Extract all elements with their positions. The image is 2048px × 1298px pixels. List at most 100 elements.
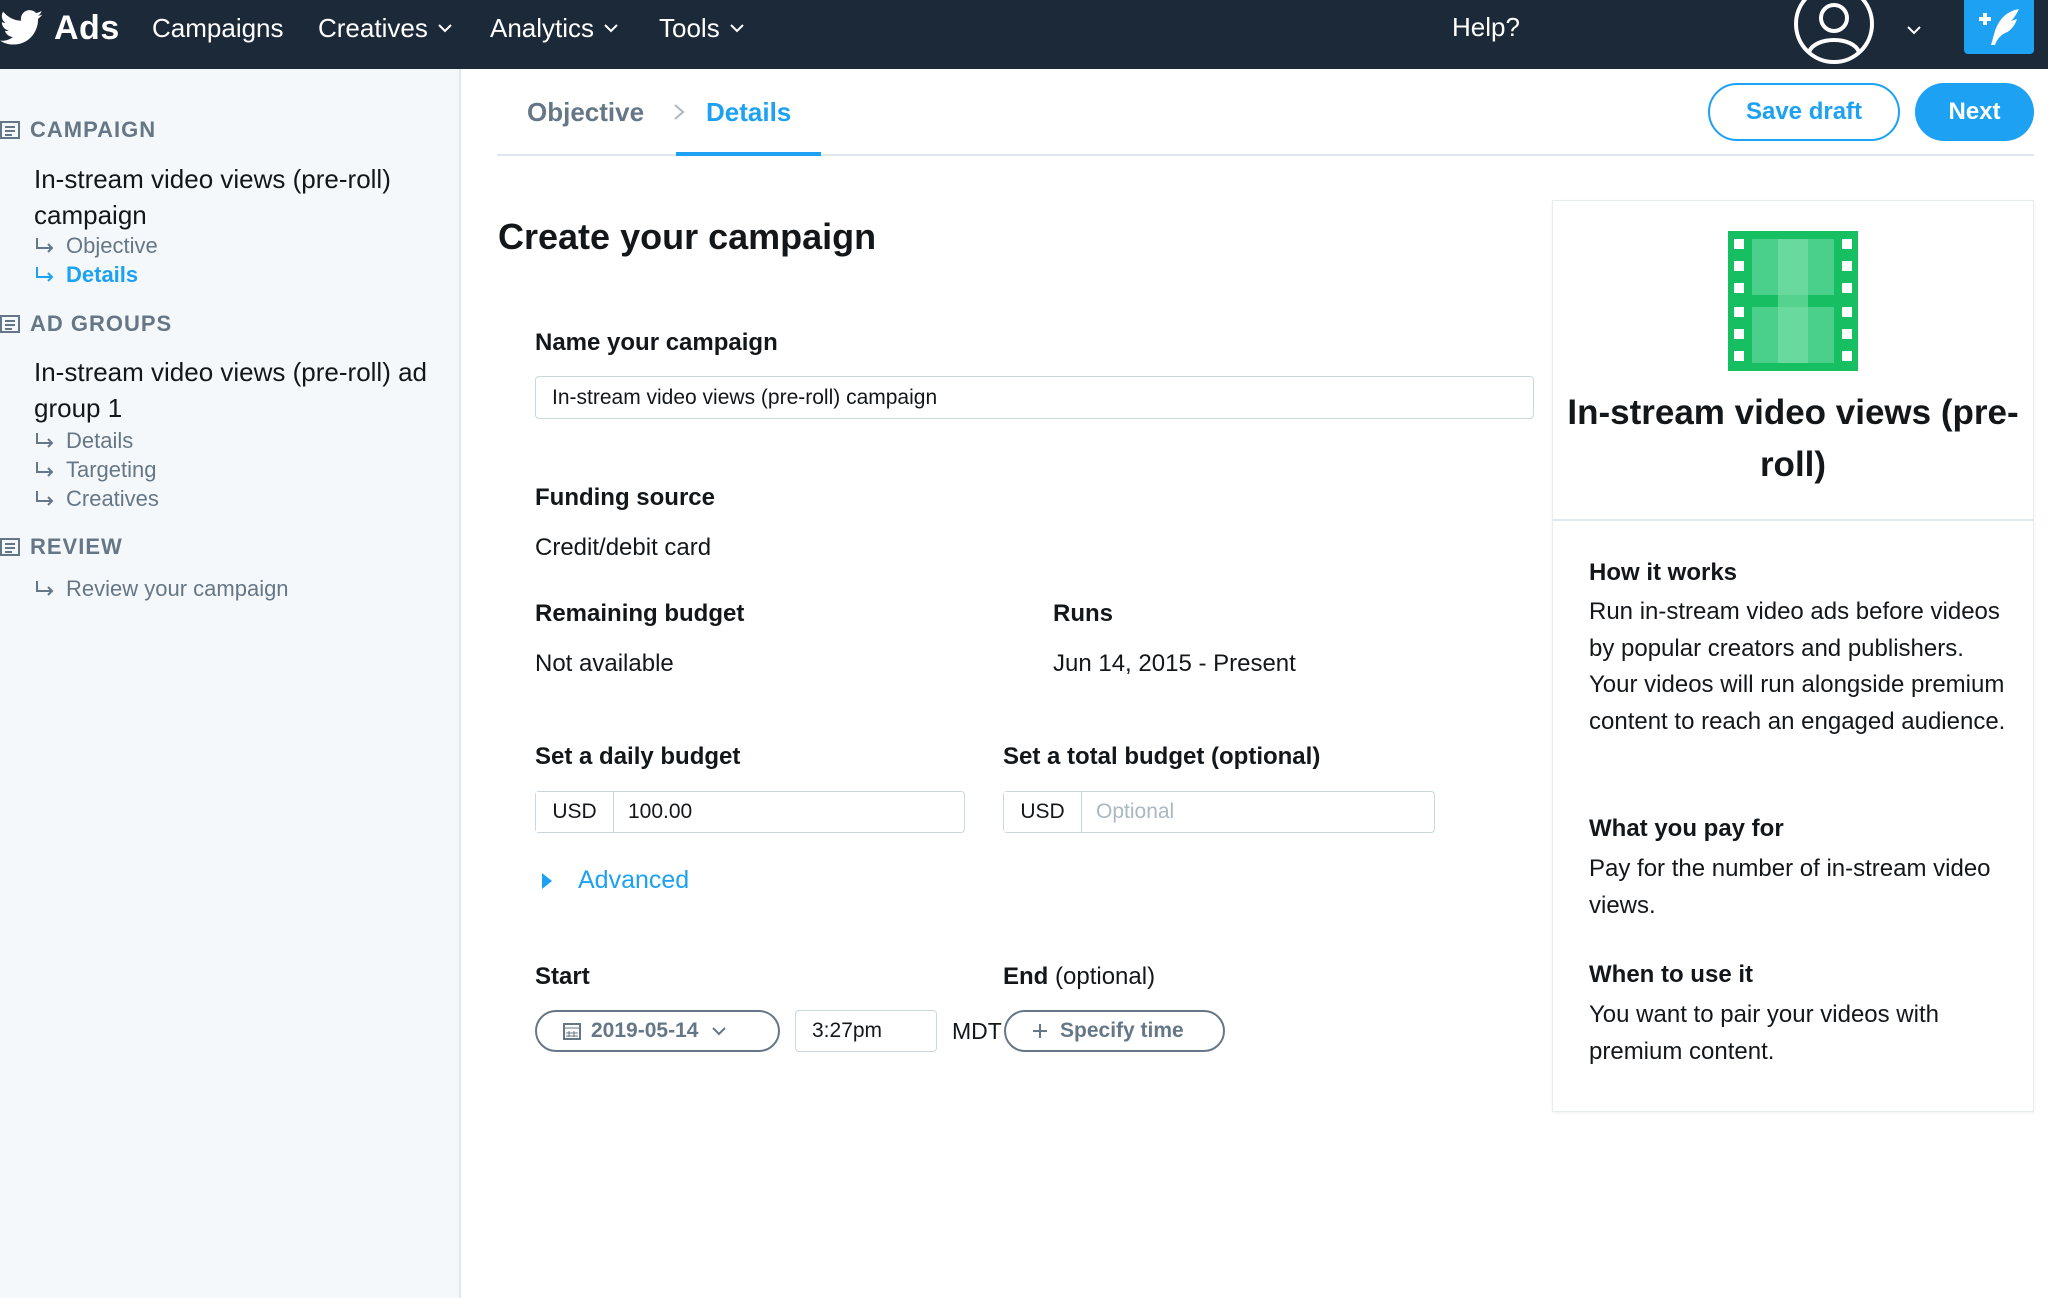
sub-arrow-icon xyxy=(36,433,54,448)
when-to-use-text: You want to pair your videos with premiu… xyxy=(1589,1001,1939,1065)
end-optional-text: (optional) xyxy=(1055,963,1156,990)
save-draft-button[interactable]: Save draft xyxy=(1708,83,1900,141)
start-time-input[interactable]: 3:27pm xyxy=(795,1010,937,1052)
plus-icon xyxy=(1033,1024,1047,1038)
runs-value: Jun 14, 2015 - Present xyxy=(1053,650,1296,677)
compose-tweet-icon xyxy=(1979,9,2019,45)
breadcrumb-details[interactable]: Details xyxy=(706,97,791,128)
twitter-bird-icon xyxy=(0,10,43,45)
daily-budget-input[interactable]: 100.00 xyxy=(614,792,964,832)
caret-right-icon xyxy=(542,872,552,889)
card-title: In-stream video views (pre-roll) xyxy=(1567,393,2019,484)
card-header: In-stream video views (pre-roll) xyxy=(1553,201,2033,521)
top-navigation-bar: Ads Campaigns Creatives Analytics Tools … xyxy=(0,0,2048,69)
funding-source-value: Credit/debit card xyxy=(535,534,712,561)
total-budget-field: USD Optional xyxy=(1003,791,1435,833)
chevron-down-icon xyxy=(712,1027,727,1036)
nav-campaigns[interactable]: Campaigns xyxy=(152,12,284,44)
active-tab-indicator xyxy=(676,152,821,156)
sidebar-adgroup-name[interactable]: In-stream video views (pre-roll) ad grou… xyxy=(34,354,434,426)
nav-label: Campaigns xyxy=(152,12,284,43)
nav-label: Analytics xyxy=(490,12,595,43)
calendar-icon xyxy=(563,1023,581,1040)
runs-label: Runs xyxy=(1053,600,1113,627)
sidebar-section-review: REVIEW xyxy=(0,534,123,560)
sidebar-campaign-name[interactable]: In-stream video views (pre-roll) campaig… xyxy=(34,161,434,233)
sidebar-item-label: Objective xyxy=(66,233,158,258)
campaign-name-value: In-stream video views (pre-roll) campaig… xyxy=(552,385,938,409)
advanced-label: Advanced xyxy=(578,866,690,894)
what-you-pay-text: Pay for the number of in-stream video vi… xyxy=(1589,855,1991,919)
section-title: CAMPAIGN xyxy=(30,117,157,142)
ads-logo[interactable]: Ads xyxy=(0,6,120,50)
sidebar-item-details[interactable]: Details xyxy=(34,262,138,288)
sidebar-item-label: Details xyxy=(66,428,134,453)
sidebar-item-creatives[interactable]: Creatives xyxy=(34,486,159,512)
sidebar-item-label: Details xyxy=(66,262,139,287)
total-budget-input[interactable]: Optional xyxy=(1082,792,1434,832)
sub-arrow-icon xyxy=(36,581,54,596)
objective-info-card: In-stream video views (pre-roll) How it … xyxy=(1552,200,2034,1112)
total-currency: USD xyxy=(1004,792,1082,832)
section-title: AD GROUPS xyxy=(30,311,173,336)
campaign-sidebar: CAMPAIGN In-stream video views (pre-roll… xyxy=(0,69,461,1298)
sidebar-item-targeting[interactable]: Targeting xyxy=(34,457,157,483)
breadcrumb-objective[interactable]: Objective xyxy=(527,97,644,128)
sidebar-section-ad-groups: AD GROUPS xyxy=(0,311,172,337)
brand-label: Ads xyxy=(54,8,120,47)
when-to-use-heading: When to use it xyxy=(1589,961,1753,988)
start-date-value: 2019-05-14 xyxy=(591,1019,699,1042)
sub-arrow-icon xyxy=(36,462,54,477)
sidebar-item-label: Targeting xyxy=(66,457,157,482)
sidebar-item-label: Creatives xyxy=(66,486,159,511)
section-title: REVIEW xyxy=(30,534,123,559)
funding-source-label: Funding source xyxy=(535,484,715,511)
sub-arrow-icon xyxy=(36,238,54,253)
chevron-right-icon xyxy=(674,104,685,120)
campaign-name-input[interactable]: In-stream video views (pre-roll) campaig… xyxy=(535,376,1534,419)
user-avatar-icon[interactable] xyxy=(1793,0,1875,64)
remaining-budget-label: Remaining budget xyxy=(535,600,745,627)
specify-time-button[interactable]: Specify time xyxy=(1004,1010,1225,1052)
list-icon xyxy=(0,121,20,139)
daily-budget-field: USD 100.00 xyxy=(535,791,965,833)
sub-arrow-icon xyxy=(36,267,54,282)
start-time-value: 3:27pm xyxy=(812,1019,883,1042)
start-label: Start xyxy=(535,963,590,990)
compose-tweet-button[interactable] xyxy=(1964,0,2034,54)
what-you-pay-heading: What you pay for xyxy=(1589,815,1784,842)
how-it-works-text: Run in-stream video ads before videos by… xyxy=(1589,598,2006,735)
remaining-budget-value: Not available xyxy=(535,650,674,677)
campaign-name-label: Name your campaign xyxy=(535,329,778,356)
page-title: Create your campaign xyxy=(498,216,877,257)
how-it-works-heading: How it works xyxy=(1589,559,1738,586)
nav-tools[interactable]: Tools xyxy=(659,12,744,44)
chevron-down-icon xyxy=(729,24,744,33)
help-link[interactable]: Help? xyxy=(1452,12,1520,43)
end-label: End (optional) xyxy=(1003,963,1155,991)
specify-time-label: Specify time xyxy=(1060,1019,1184,1042)
chevron-down-icon xyxy=(604,24,618,33)
sidebar-section-campaign: CAMPAIGN xyxy=(0,117,156,143)
total-budget-label: Set a total budget (optional) xyxy=(1003,743,1321,770)
nav-creatives[interactable]: Creatives xyxy=(318,12,452,44)
sub-arrow-icon xyxy=(36,491,54,506)
list-icon xyxy=(0,538,20,556)
advanced-toggle[interactable]: Advanced xyxy=(540,866,689,895)
start-date-picker[interactable]: 2019-05-14 xyxy=(535,1010,780,1052)
daily-currency: USD xyxy=(536,792,614,832)
next-button[interactable]: Next xyxy=(1915,83,2034,141)
sidebar-item-label: Review your campaign xyxy=(66,576,289,601)
daily-budget-label: Set a daily budget xyxy=(535,743,741,770)
end-label-text: End xyxy=(1003,963,1049,990)
nav-analytics[interactable]: Analytics xyxy=(490,12,618,44)
sidebar-item-objective[interactable]: Objective xyxy=(34,233,158,259)
nav-label: Creatives xyxy=(318,12,428,43)
sidebar-item-adgroup-details[interactable]: Details xyxy=(34,428,133,454)
sidebar-item-review-campaign[interactable]: Review your campaign xyxy=(34,576,289,602)
account-chevron-down-icon[interactable] xyxy=(1906,24,1922,36)
timezone-label: MDT xyxy=(952,1018,1002,1044)
film-strip-icon xyxy=(1728,231,1858,371)
list-icon xyxy=(0,315,20,333)
nav-label: Tools xyxy=(659,12,720,43)
